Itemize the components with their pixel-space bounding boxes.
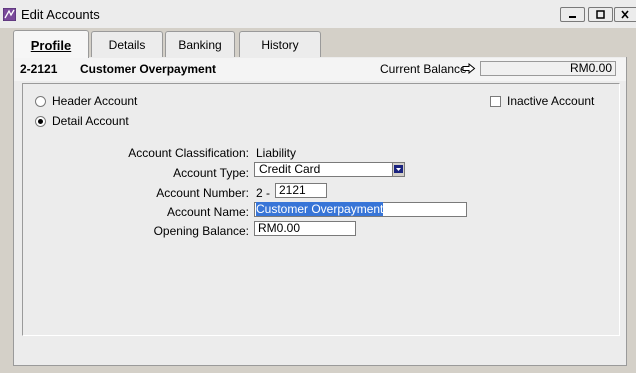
opening-balance-label: Opening Balance:	[153, 224, 249, 238]
header-account-label: Header Account	[52, 94, 138, 108]
account-type-value: Credit Card	[259, 162, 321, 176]
tab-banking[interactable]: Banking	[165, 31, 235, 57]
current-balance-field: RM0.00	[480, 61, 616, 76]
detail-account-label: Detail Account	[52, 114, 129, 128]
account-name-field[interactable]: Customer Overpayment	[254, 202, 467, 217]
radio-dot	[38, 119, 43, 124]
opening-balance-field[interactable]: RM0.00	[254, 221, 356, 236]
account-name-header: Customer Overpayment	[80, 62, 217, 76]
account-number-value: 2121	[279, 183, 306, 197]
account-name-value: Customer Overpayment	[256, 202, 384, 216]
current-balance-label: Current Balance	[380, 62, 467, 76]
tab-label: Details	[108, 38, 146, 52]
window-title: Edit Accounts	[21, 7, 100, 22]
tab-label: Profile	[30, 38, 72, 53]
header-account-radio[interactable]	[35, 96, 46, 107]
account-type-select[interactable]: Credit Card	[254, 162, 405, 177]
tab-label: History	[261, 38, 299, 52]
minimize-icon	[569, 16, 576, 18]
inactive-account-label: Inactive Account	[507, 94, 595, 108]
minimize-button[interactable]	[560, 7, 585, 22]
tab-label: Banking	[178, 38, 222, 52]
app-icon	[3, 8, 16, 21]
close-icon	[621, 10, 629, 19]
opening-balance-value: RM0.00	[258, 221, 301, 235]
maximize-icon	[596, 10, 605, 19]
account-number-label: Account Number:	[156, 186, 249, 200]
account-number-field[interactable]: 2121	[275, 183, 327, 198]
account-number-prefix: 2 -	[256, 186, 271, 200]
current-balance-value: RM0.00	[569, 61, 612, 75]
maximize-button[interactable]	[588, 7, 613, 22]
account-id: 2-2121	[20, 62, 58, 76]
tab-profile[interactable]: Profile	[13, 30, 89, 59]
account-type-label: Account Type:	[173, 166, 249, 180]
account-classification-label: Account Classification:	[128, 146, 249, 160]
account-classification-value: Liability	[256, 146, 297, 160]
tab-history[interactable]: History	[239, 31, 321, 57]
tab-details[interactable]: Details	[91, 31, 163, 57]
dropdown-button[interactable]	[392, 163, 404, 176]
arrow-right-icon[interactable]	[462, 63, 476, 74]
account-name-label: Account Name:	[166, 205, 249, 219]
title-bar[interactable]: Edit Accounts	[0, 0, 636, 28]
inactive-account-checkbox[interactable]	[490, 96, 501, 107]
close-button[interactable]	[614, 7, 636, 22]
chevron-down-icon	[394, 165, 403, 173]
detail-account-radio[interactable]	[35, 116, 46, 127]
